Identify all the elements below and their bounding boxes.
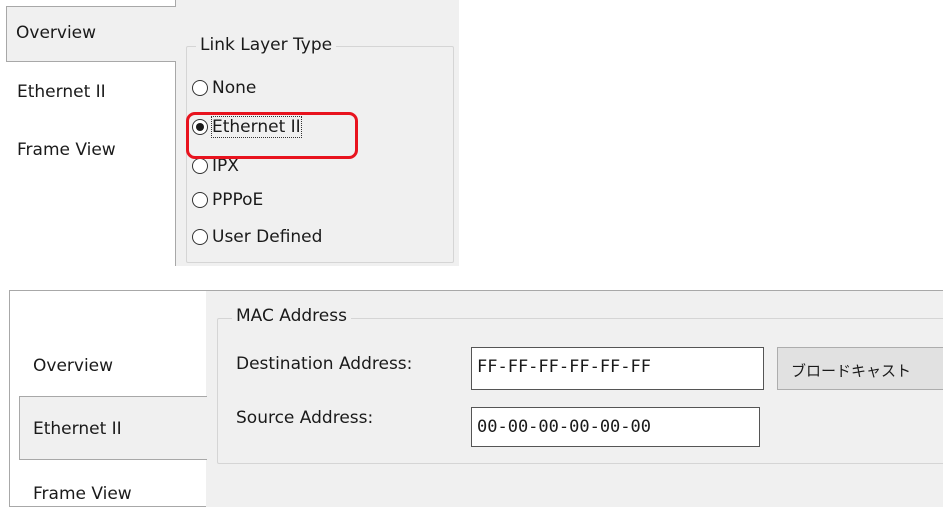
radio-label: IPX [212,156,239,176]
link-layer-type-legend: Link Layer Type [196,35,337,55]
mac-address-legend: MAC Address [232,306,351,326]
radio-button[interactable] [192,192,208,208]
tab-ethernet-ii-top[interactable]: Ethernet II [17,82,106,102]
source-address-input[interactable]: 00-00-00-00-00-00 [471,407,760,447]
tab-label: Overview [33,356,114,376]
radio-label: User Defined [212,227,323,247]
destination-address-label: Destination Address: [236,354,413,374]
tab-label: Ethernet II [33,419,122,439]
tab-frame-view-top[interactable]: Frame View [17,140,116,160]
radio-option-pppoe[interactable]: PPPoE [192,188,263,212]
radio-option-user-defined[interactable]: User Defined [192,225,322,249]
source-address-label: Source Address: [236,408,374,428]
tab-label: Overview [16,23,97,43]
radio-button[interactable] [192,80,208,96]
tab-label: Frame View [17,140,116,160]
tab-frame-view-bottom[interactable]: Frame View [33,484,132,504]
tab-label: Ethernet II [17,82,106,102]
red-highlight-annotation [186,112,358,159]
tab-overview-bottom[interactable]: Overview [33,356,113,376]
broadcast-button[interactable]: ブロードキャスト [777,347,943,390]
radio-button[interactable] [192,229,208,245]
radio-button[interactable] [192,158,208,174]
radio-label: None [212,78,257,98]
top-panel-bottom-edge [175,266,459,268]
radio-option-none[interactable]: None [192,76,256,100]
tab-ethernet-ii-bottom[interactable]: Ethernet II [19,396,207,460]
tab-overview-top[interactable]: Overview [6,6,176,62]
destination-address-input[interactable]: FF-FF-FF-FF-FF-FF [471,347,764,390]
radio-label: PPPoE [212,190,264,210]
tab-label: Frame View [33,484,132,504]
